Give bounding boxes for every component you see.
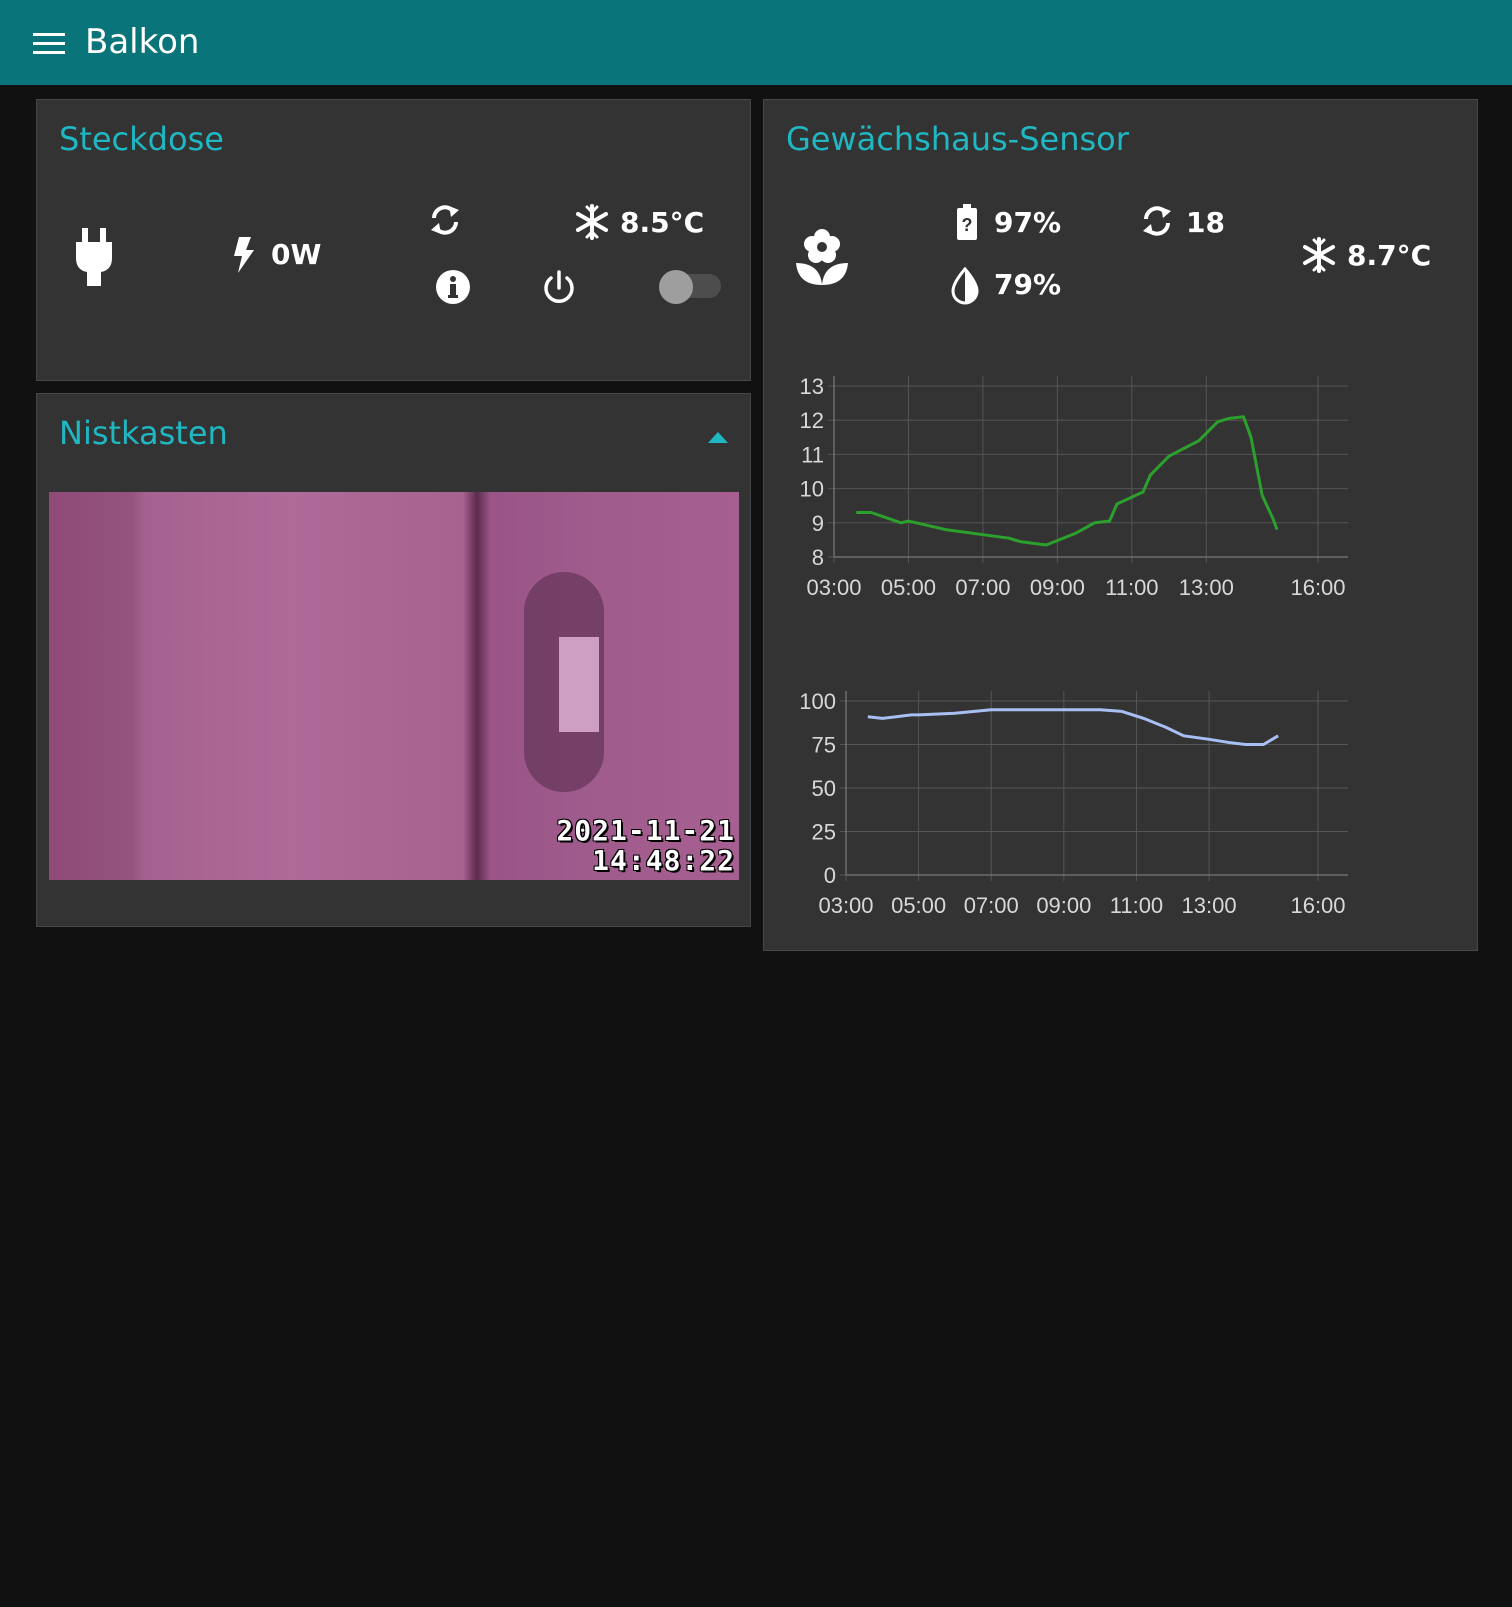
x-tick-label: 07:00 [964, 893, 1019, 918]
top-bar: Balkon [0, 0, 1512, 85]
x-tick-label: 09:00 [1036, 893, 1091, 918]
plug-icon [76, 228, 112, 286]
x-tick-label: 16:00 [1290, 893, 1345, 918]
x-tick-label: 05:00 [891, 893, 946, 918]
camera-date: 2021-11-21 [556, 814, 735, 847]
svg-text:?: ? [962, 215, 973, 235]
power-icon[interactable] [541, 270, 577, 306]
y-tick-label: 100 [799, 689, 836, 714]
temperature-value: 8.7°C [1347, 239, 1432, 272]
y-tick-label: 50 [812, 776, 836, 801]
snowflake-icon [576, 204, 608, 240]
y-tick-label: 11 [801, 442, 824, 467]
info-icon[interactable] [435, 269, 471, 305]
refresh-icon[interactable] [1141, 203, 1173, 239]
nistkasten-card: Nistkasten 2021-11-21 14:48:22 [36, 393, 751, 927]
y-tick-label: 13 [800, 374, 824, 399]
x-tick-label: 13:00 [1182, 893, 1237, 918]
battery-icon: ? [957, 204, 977, 240]
series-line [867, 708, 1279, 746]
snowflake-icon [1303, 237, 1335, 273]
entrance-plate [559, 637, 599, 732]
x-tick-label: 11:00 [1110, 893, 1163, 918]
humidity-value: 79% [994, 268, 1062, 301]
collapse-icon[interactable] [708, 432, 728, 443]
x-tick-label: 03:00 [806, 575, 861, 600]
menu-icon[interactable] [33, 33, 65, 55]
toggle-knob [659, 270, 693, 304]
x-tick-label: 16:00 [1290, 575, 1345, 600]
humidity-chart: 100 75 50 25 0 03:00 05:00 07:00 09:00 11:00 13:00… [799, 689, 1348, 918]
card-title: Gewächshaus-Sensor [786, 120, 1129, 158]
sensor-card: Gewächshaus-Sensor ? 97% 18 79% 8.7°C 13… [763, 99, 1478, 951]
camera-time: 14:48:22 [592, 844, 735, 877]
temperature-chart: 13 12 11 10 9 8 03:00 05:00 07:00 09:00 11:00 13:00… [800, 374, 1348, 600]
update-count: 18 [1186, 206, 1225, 239]
page-title: Balkon [85, 22, 200, 62]
bolt-icon [234, 237, 254, 273]
y-tick-label: 10 [800, 477, 824, 502]
y-tick-label: 8 [812, 545, 824, 570]
x-tick-label: 13:00 [1179, 575, 1234, 600]
y-tick-label: 75 [812, 733, 836, 758]
camera-image: 2021-11-21 14:48:22 [49, 492, 739, 880]
card-title: Steckdose [59, 120, 224, 158]
steckdose-card: Steckdose 0W 8.5°C [36, 99, 751, 381]
power-value: 0W [271, 238, 322, 271]
y-tick-label: 12 [800, 408, 824, 433]
refresh-icon[interactable] [429, 202, 461, 238]
x-tick-label: 11:00 [1105, 575, 1158, 600]
series-line [856, 415, 1279, 547]
humidity-icon [951, 267, 979, 305]
y-tick-label: 25 [812, 820, 836, 845]
x-tick-label: 07:00 [955, 575, 1010, 600]
temperature-value: 8.5°C [620, 206, 705, 239]
card-title: Nistkasten [59, 414, 228, 452]
power-toggle[interactable] [659, 270, 721, 304]
battery-value: 97% [994, 206, 1062, 239]
y-tick-label: 9 [812, 511, 824, 536]
camera-timestamp: 2021-11-21 14:48:22 [556, 816, 735, 876]
flower-icon [796, 229, 848, 285]
x-tick-label: 09:00 [1030, 575, 1085, 600]
y-tick-label: 0 [824, 863, 836, 888]
x-tick-label: 03:00 [818, 893, 873, 918]
x-tick-label: 05:00 [881, 575, 936, 600]
